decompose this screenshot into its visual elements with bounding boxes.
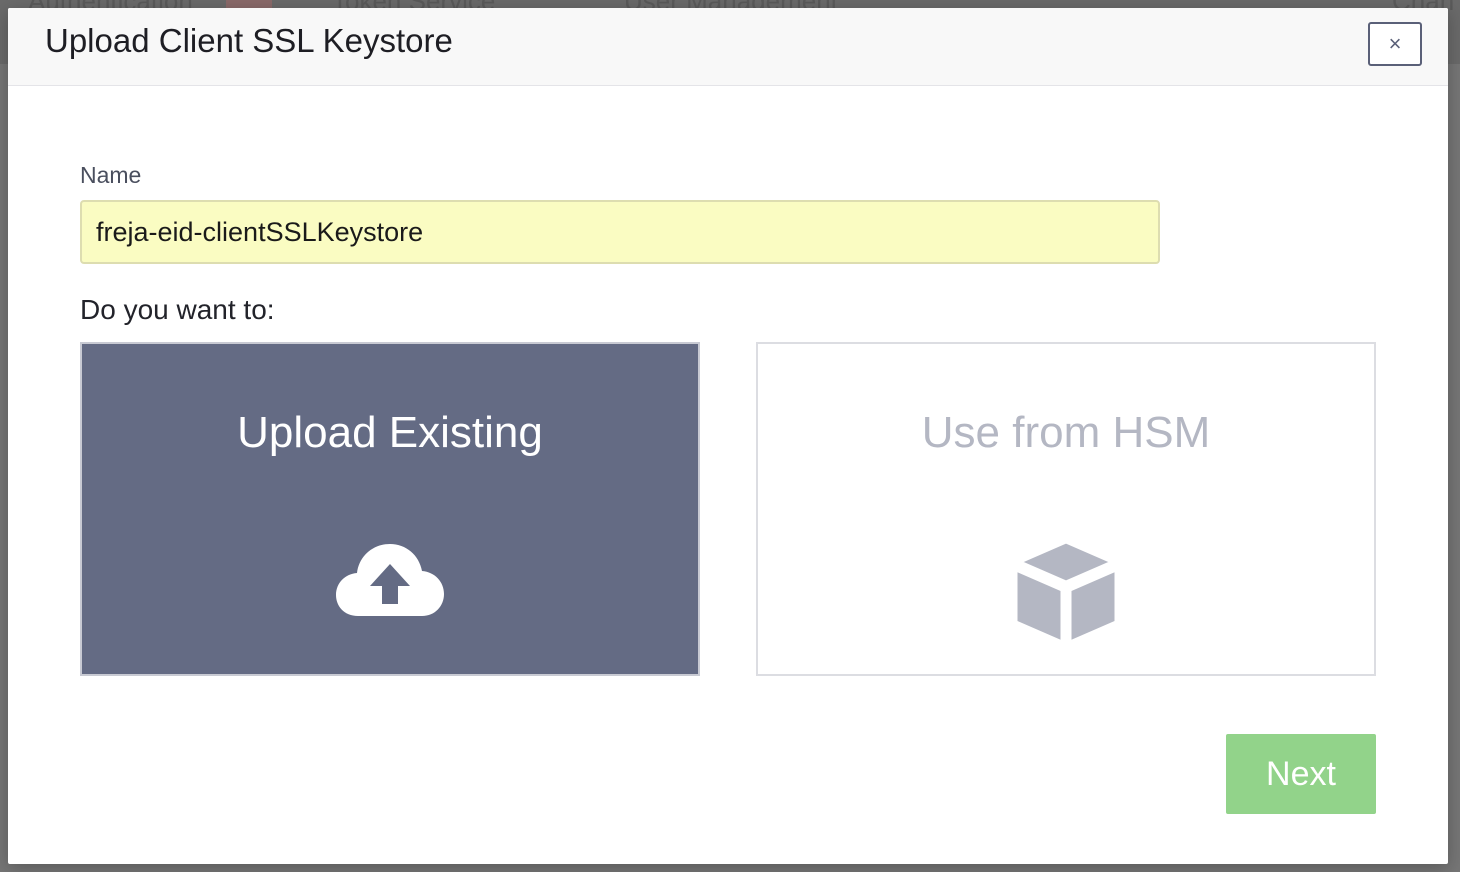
modal-title: Upload Client SSL Keystore bbox=[45, 22, 453, 59]
close-button[interactable]: × bbox=[1368, 22, 1422, 66]
name-input[interactable] bbox=[80, 200, 1160, 264]
use-from-hsm-option[interactable]: Use from HSM bbox=[756, 342, 1376, 676]
cloud-upload-icon bbox=[334, 540, 446, 625]
use-from-hsm-label: Use from HSM bbox=[921, 408, 1211, 457]
upload-existing-option[interactable]: Upload Existing bbox=[80, 342, 700, 676]
name-label: Name bbox=[80, 162, 142, 188]
choice-prompt: Do you want to: bbox=[80, 294, 275, 325]
modal-header: Upload Client SSL Keystore × bbox=[8, 8, 1448, 86]
close-icon: × bbox=[1388, 31, 1402, 56]
next-button[interactable]: Next bbox=[1226, 734, 1376, 814]
cube-icon bbox=[1014, 540, 1118, 649]
upload-existing-label: Upload Existing bbox=[237, 408, 543, 457]
upload-keystore-modal: Upload Client SSL Keystore × Name Do you… bbox=[8, 8, 1448, 864]
